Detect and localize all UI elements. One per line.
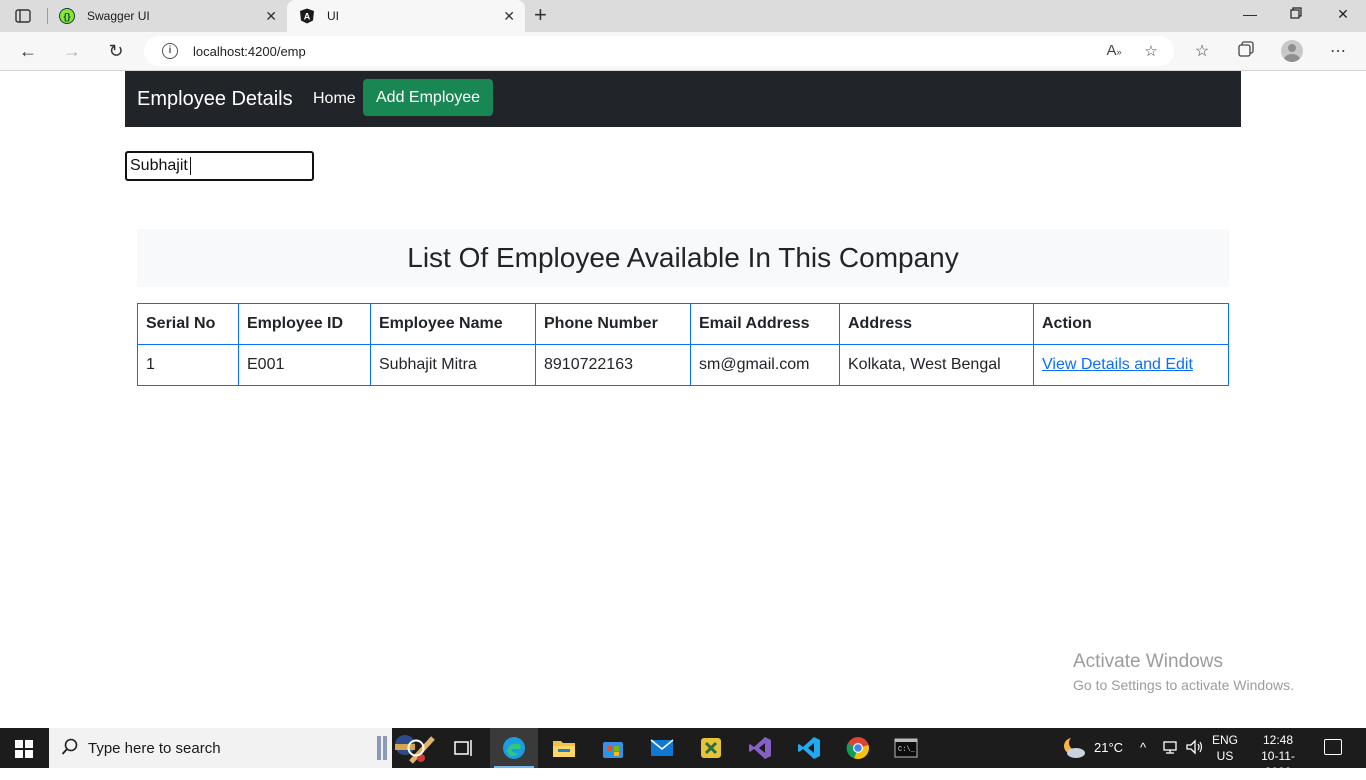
more-options-icon[interactable]: ⋯ <box>1327 41 1349 61</box>
task-view-icon[interactable] <box>440 728 488 768</box>
action-cell: View Details and Edit <box>1033 344 1229 386</box>
column-header: Action <box>1033 303 1229 345</box>
svg-text:{}: {} <box>63 12 71 22</box>
navbar-brand[interactable]: Employee Details <box>137 88 293 111</box>
weather-moon-icon <box>1064 736 1085 758</box>
mail-icon[interactable] <box>638 728 686 768</box>
tab-title: UI <box>327 9 339 23</box>
scripting-tool-icon[interactable] <box>687 728 735 768</box>
activate-windows-watermark: Activate Windows Go to Settings to activ… <box>1073 651 1294 693</box>
serial-cell: 1 <box>137 344 239 386</box>
watermark-subtitle: Go to Settings to activate Windows. <box>1073 677 1294 693</box>
view-details-edit-link[interactable]: View Details and Edit <box>1042 356 1193 373</box>
column-header: Employee Name <box>370 303 536 345</box>
favorites-icon[interactable]: ☆ <box>1191 41 1213 61</box>
profile-avatar-icon[interactable] <box>1281 40 1303 62</box>
employee-table: Serial No Employee ID Employee Name Phon… <box>137 303 1229 386</box>
nav-home-link[interactable]: Home <box>313 90 356 108</box>
taskbar-search-box[interactable]: Type here to search <box>49 728 435 768</box>
temperature-text: 21°C <box>1094 740 1124 755</box>
column-header: Employee ID <box>238 303 371 345</box>
close-icon[interactable]: ✕ <box>265 8 277 24</box>
address-toolbar: ← → ↻ i localhost:4200/emp A» ☆ ☆ ⋯ <box>0 32 1366 71</box>
column-header: Phone Number <box>535 303 691 345</box>
notification-center-icon[interactable] <box>1324 739 1342 755</box>
column-header: Email Address <box>690 303 840 345</box>
swagger-icon: {} <box>59 8 75 24</box>
url-text[interactable]: localhost:4200/emp <box>193 44 306 59</box>
microsoft-store-icon[interactable] <box>589 728 637 768</box>
show-hidden-icons-icon[interactable]: ^ <box>1140 740 1146 780</box>
svg-text:A: A <box>304 12 311 22</box>
tab-title: Swagger UI <box>87 9 150 23</box>
restore-icon[interactable] <box>1286 6 1306 22</box>
window-close-icon[interactable]: ✕ <box>1333 6 1353 23</box>
terminal-icon[interactable]: C:\_ <box>882 728 930 768</box>
read-aloud-icon[interactable]: A» <box>1104 42 1124 59</box>
info-icon[interactable]: i <box>162 43 178 59</box>
minimize-icon[interactable]: — <box>1240 6 1260 22</box>
tab-swagger-ui[interactable]: {} Swagger UI ✕ <box>47 0 287 32</box>
table-row: 1 E001 Subhajit Mitra 8910722163 sm@gmai… <box>137 344 1229 386</box>
column-header: Serial No <box>137 303 239 345</box>
watermark-title: Activate Windows <box>1073 651 1223 672</box>
forward-icon[interactable]: → <box>60 40 84 62</box>
add-employee-button[interactable]: Add Employee <box>363 79 494 116</box>
volume-icon[interactable] <box>1186 739 1204 779</box>
svg-text:C:\_: C:\_ <box>898 746 916 754</box>
close-icon[interactable]: ✕ <box>503 8 515 24</box>
windows-taskbar: Type here to search C:\_ 21°C ^ ENG US 1… <box>0 728 1366 779</box>
task-view-cortana-icon[interactable] <box>392 728 440 768</box>
keyboard-region: US <box>1216 749 1234 763</box>
address-bar[interactable]: i localhost:4200/emp A» ☆ <box>144 36 1174 66</box>
app-navbar: Employee Details Home Add Employee <box>125 71 1241 127</box>
system-clock[interactable]: 12:48 10-11-2022 <box>1250 732 1306 780</box>
email-cell: sm@gmail.com <box>690 344 840 386</box>
employee-id-cell: E001 <box>238 344 371 386</box>
tab-actions-icon[interactable] <box>12 6 34 26</box>
text-caret <box>190 157 191 175</box>
new-tab-icon[interactable]: + <box>534 4 547 26</box>
employee-name-cell: Subhajit Mitra <box>370 344 536 386</box>
search-icon <box>61 738 78 755</box>
language-code: ENG <box>1212 733 1239 747</box>
column-header: Address <box>839 303 1034 345</box>
phone-cell: 8910722163 <box>535 344 691 386</box>
vs-code-icon[interactable] <box>785 728 833 768</box>
add-favorite-icon[interactable]: ☆ <box>1141 42 1161 60</box>
chrome-icon[interactable] <box>834 728 882 768</box>
refresh-icon[interactable]: ↻ <box>104 40 128 62</box>
tab-ui[interactable]: A UI ✕ <box>287 0 525 32</box>
collections-icon[interactable] <box>1235 41 1257 62</box>
employee-search-input[interactable] <box>125 151 314 181</box>
clock-time: 12:48 <box>1262 733 1294 747</box>
input-language-indicator[interactable]: ENG US <box>1212 732 1238 764</box>
taskbar-search-placeholder: Type here to search <box>88 740 221 757</box>
angular-icon: A <box>299 8 315 24</box>
edge-browser-icon[interactable] <box>490 728 538 768</box>
windows-start-icon[interactable] <box>15 740 33 758</box>
table-header-row: Serial No Employee ID Employee Name Phon… <box>137 303 1229 345</box>
address-cell: Kolkata, West Bengal <box>839 344 1034 386</box>
employee-list-heading: List Of Employee Available In This Compa… <box>137 229 1229 287</box>
back-icon[interactable]: ← <box>16 40 40 62</box>
browser-tab-strip: {} Swagger UI ✕ A UI ✕ + — ✕ <box>0 0 1366 32</box>
clock-date: 10-11-2022 <box>1261 749 1295 779</box>
visual-studio-icon[interactable] <box>736 728 784 768</box>
network-icon[interactable] <box>1162 740 1180 780</box>
file-explorer-icon[interactable] <box>540 728 588 768</box>
